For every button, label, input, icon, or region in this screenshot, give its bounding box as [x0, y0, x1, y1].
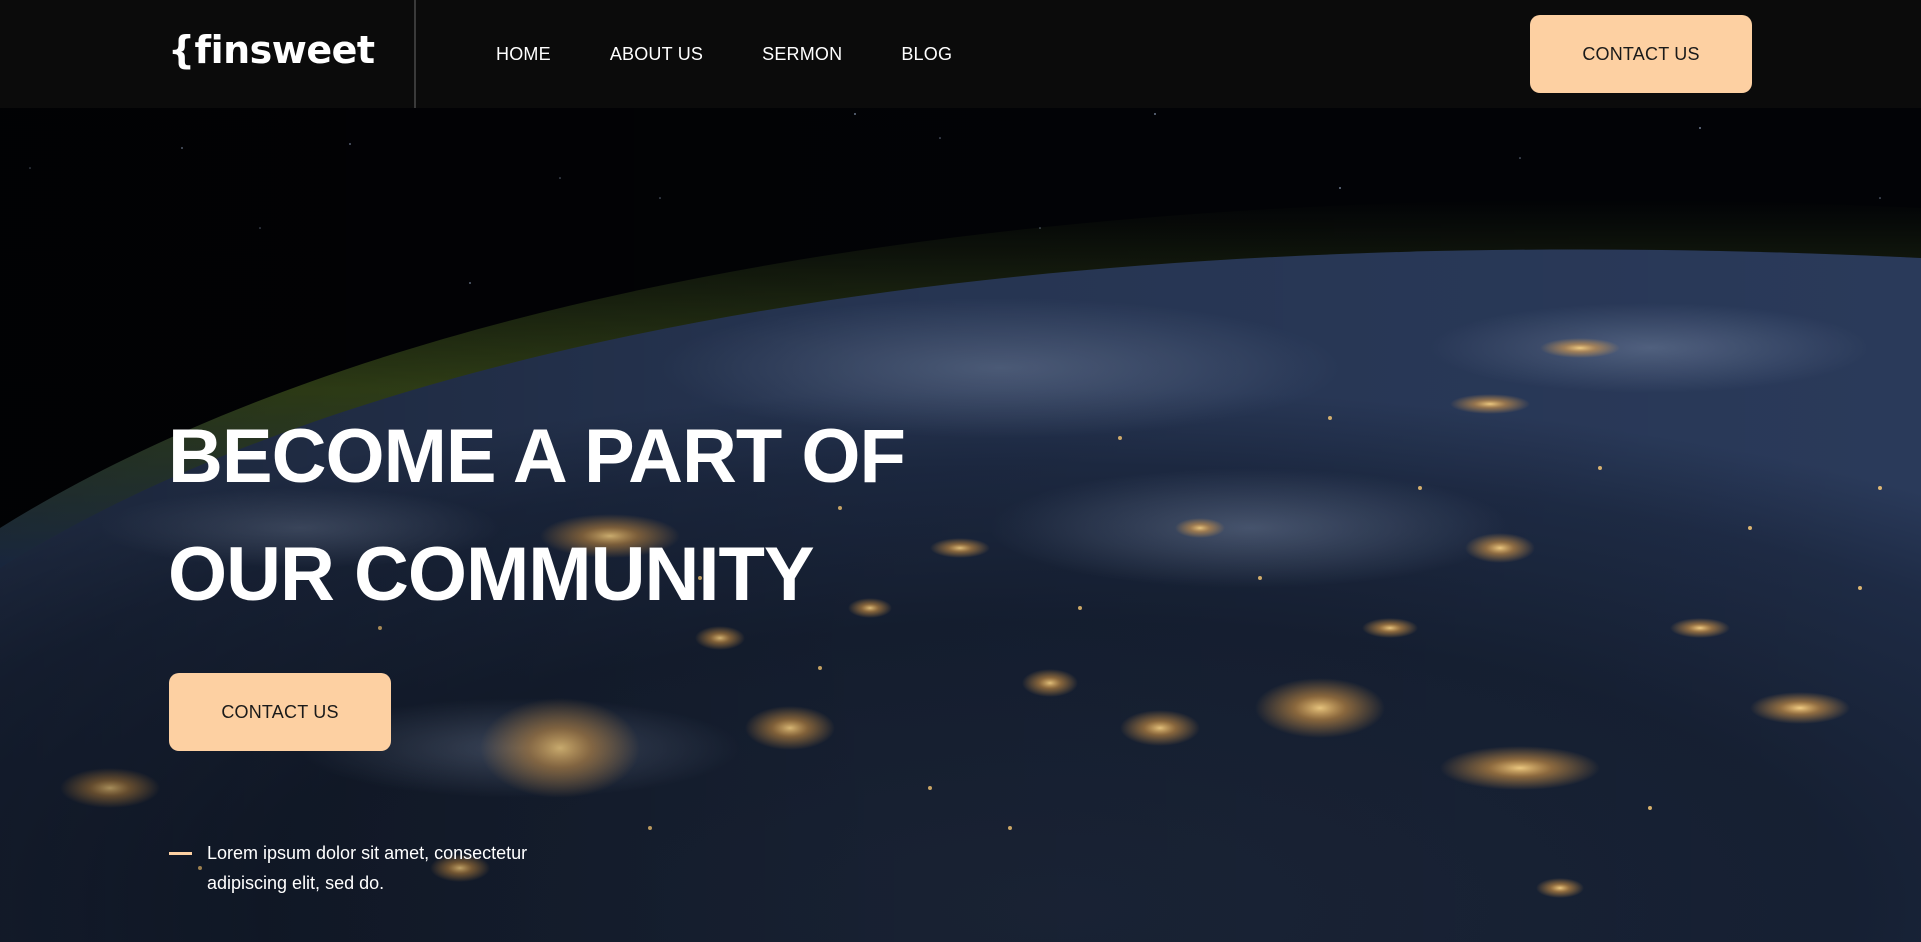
main-nav: HOME ABOUT US SERMON BLOG: [496, 0, 952, 108]
tagline-text: Lorem ipsum dolor sit amet, consectetur …: [207, 843, 528, 893]
header-contact-button[interactable]: CONTACT US: [1530, 15, 1752, 93]
hero-contact-button[interactable]: CONTACT US: [169, 673, 391, 751]
hero-headline: BECOME A PART OF OUR COMMUNITY: [168, 398, 906, 634]
hero-tagline: Lorem ipsum dolor sit amet, consectetur …: [169, 838, 537, 898]
nav-sermon-link[interactable]: SERMON: [762, 44, 842, 65]
nav-home-link[interactable]: HOME: [496, 44, 551, 65]
landing-page: {finsweet HOME ABOUT US SERMON BLOG CONT…: [0, 0, 1921, 942]
brand-logo[interactable]: {finsweet: [168, 28, 375, 72]
header-divider: [414, 0, 416, 108]
nav-about-link[interactable]: ABOUT US: [610, 44, 703, 65]
hero-headline-line-2: OUR COMMUNITY: [168, 532, 815, 617]
hero-section: BECOME A PART OF OUR COMMUNITY CONTACT U…: [0, 108, 1921, 942]
hero-headline-line-1: BECOME A PART OF: [168, 414, 906, 499]
nav-blog-link[interactable]: BLOG: [901, 44, 952, 65]
site-header: {finsweet HOME ABOUT US SERMON BLOG CONT…: [0, 0, 1921, 108]
tagline-accent-dash: [169, 852, 192, 855]
